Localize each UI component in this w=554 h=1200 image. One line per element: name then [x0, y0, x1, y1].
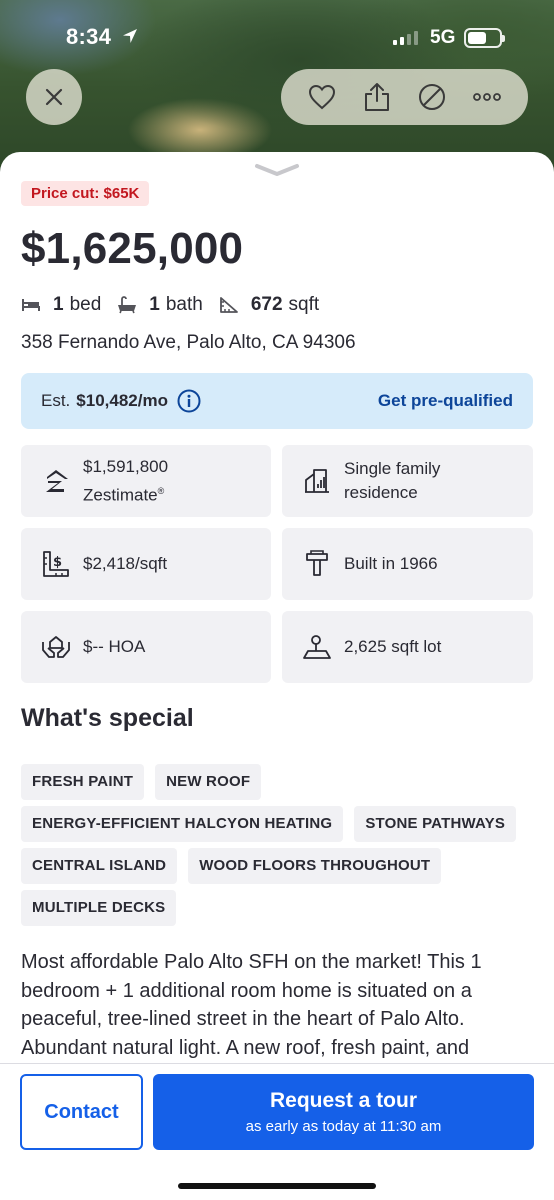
registered-mark: ® [157, 485, 165, 496]
close-button[interactable] [26, 69, 82, 125]
baths-fact: 1 bath [117, 294, 203, 316]
request-tour-subtitle: as early as today at 11:30 am [245, 1118, 442, 1135]
ruler-triangle-icon [219, 297, 238, 313]
feature-tag: ENERGY-EFFICIENT HALCYON HEATING [21, 806, 344, 842]
collapse-chevron-icon[interactable] [253, 162, 301, 183]
share-icon [365, 83, 390, 111]
feature-tags: FRESH PAINT NEW ROOF ENERGY-EFFICIENT HA… [21, 764, 533, 926]
estimate-label: Est. [41, 391, 71, 410]
feature-tag: NEW ROOF [155, 764, 262, 800]
status-bar: 8:34 5G [0, 0, 554, 70]
lot-tree-icon [300, 634, 334, 660]
hide-button[interactable] [414, 79, 450, 115]
lot-size-tile: 2,625 sqft lot [282, 611, 533, 683]
listing-address[interactable]: 358 Fernando Ave, Palo Alto, CA 94306 [21, 332, 356, 354]
feature-tag: FRESH PAINT [21, 764, 145, 800]
feature-tag: MULTIPLE DECKS [21, 890, 177, 926]
year-built-tile: Built in 1966 [282, 528, 533, 600]
estimate-value: $10,482/mo [76, 391, 168, 410]
home-type-tile: Single family residence [282, 445, 533, 517]
price-per-sqft: $2,418/sqft [83, 554, 168, 573]
share-button[interactable] [359, 79, 395, 115]
zillow-logo-icon [39, 469, 73, 493]
price-per-sqft-tile: $ $2,418/sqft [21, 528, 271, 600]
sqft-label: sqft [288, 294, 320, 315]
monthly-estimate-banner: Est. $10,482/mo Get pre-qualified [21, 373, 533, 429]
contact-button[interactable]: Contact [20, 1074, 143, 1150]
sqft-count: 672 [250, 294, 283, 315]
request-tour-label: Request a tour [269, 1089, 418, 1112]
home-type-line1: Single family [344, 459, 441, 478]
info-icon[interactable] [177, 389, 201, 413]
hide-icon [418, 84, 445, 110]
home-indicator[interactable] [178, 1183, 376, 1189]
feature-tag: CENTRAL ISLAND [21, 848, 178, 884]
status-time: 8:34 [66, 24, 112, 49]
feature-tag: STONE PATHWAYS [354, 806, 517, 842]
zestimate-tile[interactable]: $1,591,800 Zestimate® [21, 445, 271, 517]
beds-label: bed [69, 294, 102, 315]
svg-text:$: $ [53, 555, 62, 570]
header-actions [281, 69, 528, 125]
battery-icon [464, 28, 505, 48]
zestimate-label: Zestimate [83, 485, 158, 505]
beds-fact: 1 bed [21, 294, 101, 316]
get-prequalified-link[interactable]: Get pre-qualified [378, 391, 513, 411]
bed-icon [22, 299, 40, 311]
whats-special-title: What's special [21, 704, 194, 732]
heart-icon [309, 84, 336, 110]
year-built: Built in 1966 [344, 554, 438, 573]
home-type-line2: residence [344, 483, 418, 502]
hammer-icon [300, 550, 334, 578]
listing-description: Most affordable Palo Alto SFH on the mar… [21, 951, 482, 1059]
beds-count: 1 [53, 294, 64, 315]
dollar-ruler-icon: $ [39, 550, 73, 578]
house-chart-icon [300, 468, 334, 494]
facts-grid: $1,591,800 Zestimate® Single family resi… [21, 445, 533, 683]
more-icon [472, 93, 501, 101]
baths-label: bath [165, 294, 203, 315]
signal-icon [393, 31, 418, 45]
more-button[interactable] [469, 79, 505, 115]
details-sheet: Price cut: $65K $1,625,000 1 bed 1 bath [0, 152, 554, 1200]
close-icon [45, 88, 63, 106]
zestimate-value: $1,591,800 [83, 456, 169, 476]
network-label: 5G [430, 27, 456, 48]
listing-facts: 1 bed 1 bath 672 sqft [21, 294, 335, 316]
baths-count: 1 [149, 294, 160, 315]
feature-tag: WOOD FLOORS THROUGHOUT [188, 848, 442, 884]
lot-size: 2,625 sqft lot [344, 637, 442, 656]
hoa-tile: $-- HOA [21, 611, 271, 683]
hands-house-icon [39, 634, 73, 660]
save-button[interactable] [304, 79, 340, 115]
request-tour-button[interactable]: Request a tour as early as today at 11:3… [153, 1074, 534, 1150]
sqft-fact: 672 sqft [219, 294, 319, 316]
price-cut-badge: Price cut: $65K [21, 181, 150, 206]
hoa-fee: $-- HOA [83, 637, 146, 656]
action-footer: Contact Request a tour as early as today… [0, 1063, 554, 1200]
location-arrow-icon [121, 27, 139, 50]
listing-price: $1,625,000 [21, 224, 244, 273]
bath-icon [118, 296, 137, 314]
